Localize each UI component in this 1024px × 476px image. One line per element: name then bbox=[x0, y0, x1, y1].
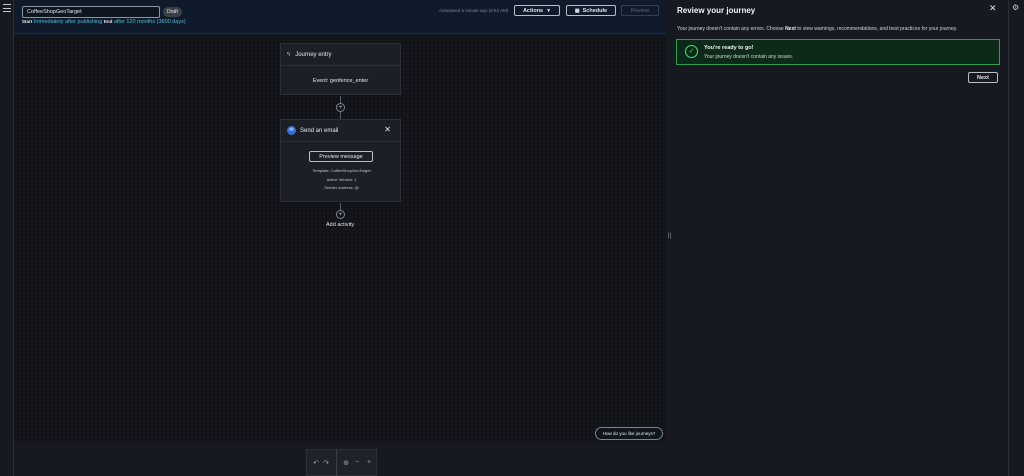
zoom-out-icon[interactable]: − bbox=[351, 459, 363, 466]
connector-line bbox=[340, 203, 341, 210]
actions-label: Actions bbox=[522, 7, 544, 14]
schedule-label: Schedule bbox=[582, 7, 608, 14]
calendar-icon: ▦ bbox=[574, 7, 580, 14]
end-value-link[interactable]: after 120 months (3600 days) bbox=[114, 19, 186, 25]
active-version: Active Version: 1 bbox=[326, 177, 357, 182]
left-navigation-rail bbox=[0, 0, 14, 476]
toolbar-divider bbox=[336, 449, 337, 476]
redo-icon[interactable]: ↷ bbox=[321, 459, 331, 467]
review-description: Your journey doesn't contain any errors.… bbox=[677, 26, 957, 32]
review-description-bold: Next bbox=[785, 26, 796, 32]
caret-down-icon: ▼ bbox=[546, 7, 552, 14]
undo-icon[interactable]: ↶ bbox=[311, 459, 321, 467]
template-name: Template: CoffeeShopGeoTarget bbox=[312, 168, 371, 173]
close-icon[interactable]: ✕ bbox=[384, 125, 391, 134]
review-label: Review bbox=[630, 7, 650, 14]
email-icon: ✉ bbox=[287, 126, 296, 135]
success-alert: ✓ You're ready to go! Your journey doesn… bbox=[676, 39, 1000, 65]
autosave-status: Autosaved a minute ago (9:54 AM) bbox=[439, 8, 509, 13]
alert-body: Your journey doesn't contain any issues. bbox=[704, 54, 794, 60]
canvas-zoom-toolbar: ↶ ↷ ⊕ − + bbox=[306, 449, 377, 476]
entry-event-label: Event: geofence_enter bbox=[312, 78, 369, 84]
actions-button[interactable]: Actions ▼ bbox=[514, 5, 560, 16]
panel-resize-handle[interactable]: || bbox=[666, 0, 673, 476]
send-email-node[interactable]: ✉ Send an email ✕ Preview message Templa… bbox=[280, 119, 401, 202]
review-button[interactable]: Review bbox=[621, 5, 659, 16]
email-node-header: ✉ Send an email bbox=[281, 120, 400, 142]
sender-address-value: @ bbox=[354, 185, 359, 190]
gear-icon[interactable]: ⚙ bbox=[1012, 3, 1019, 12]
check-circle-icon: ✓ bbox=[685, 45, 698, 58]
journey-header: Draft Start Immediately after publishing… bbox=[14, 0, 666, 34]
alert-title: You're ready to go! bbox=[704, 45, 754, 51]
review-panel: Review your journey ✕ Your journey doesn… bbox=[673, 0, 1008, 476]
feedback-button[interactable]: How do you like journeys? bbox=[595, 427, 663, 440]
end-label: End bbox=[103, 19, 113, 24]
sender-address-label: Sender address: bbox=[324, 185, 354, 190]
add-activity-plus-icon[interactable]: + bbox=[336, 210, 345, 219]
drag-handle-icon: || bbox=[668, 233, 672, 239]
entry-node-title: Journey entry bbox=[295, 51, 332, 58]
journey-entry-node[interactable]: ϟ Journey entry Event: geofence_enter bbox=[280, 43, 401, 95]
lightning-icon: ϟ bbox=[287, 51, 291, 58]
review-description-text: Your journey doesn't contain any errors.… bbox=[677, 26, 786, 32]
panel-title: Review your journey bbox=[677, 6, 756, 15]
right-utility-rail: ⚙ bbox=[1008, 0, 1024, 476]
fit-view-icon[interactable]: ⊕ bbox=[341, 459, 351, 467]
connector-line bbox=[340, 112, 341, 119]
schedule-button[interactable]: ▦ Schedule bbox=[566, 5, 616, 16]
start-value-link[interactable]: Immediately after publishing bbox=[34, 19, 102, 25]
start-label: Start bbox=[22, 19, 33, 24]
review-description-text-end: to view warnings, recommendations, and b… bbox=[795, 26, 958, 32]
journey-workspace: Draft Start Immediately after publishing… bbox=[14, 0, 666, 476]
add-step-plus-icon[interactable]: + bbox=[336, 103, 345, 112]
email-node-title: Send an email bbox=[300, 127, 339, 134]
preview-message-button[interactable]: Preview message bbox=[309, 151, 373, 162]
journey-name-input[interactable] bbox=[22, 6, 160, 18]
close-icon[interactable]: ✕ bbox=[989, 3, 997, 14]
journey-schedule-summary: Start Immediately after publishing End a… bbox=[22, 19, 186, 25]
zoom-in-icon[interactable]: + bbox=[363, 459, 375, 466]
sender-address: Sender address: @ bbox=[281, 185, 402, 190]
status-badge: Draft bbox=[163, 7, 182, 17]
menu-icon[interactable] bbox=[3, 4, 11, 12]
add-activity-label[interactable]: Add activity bbox=[326, 222, 354, 228]
next-button[interactable]: Next bbox=[968, 72, 998, 83]
entry-node-header: ϟ Journey entry bbox=[281, 44, 400, 66]
